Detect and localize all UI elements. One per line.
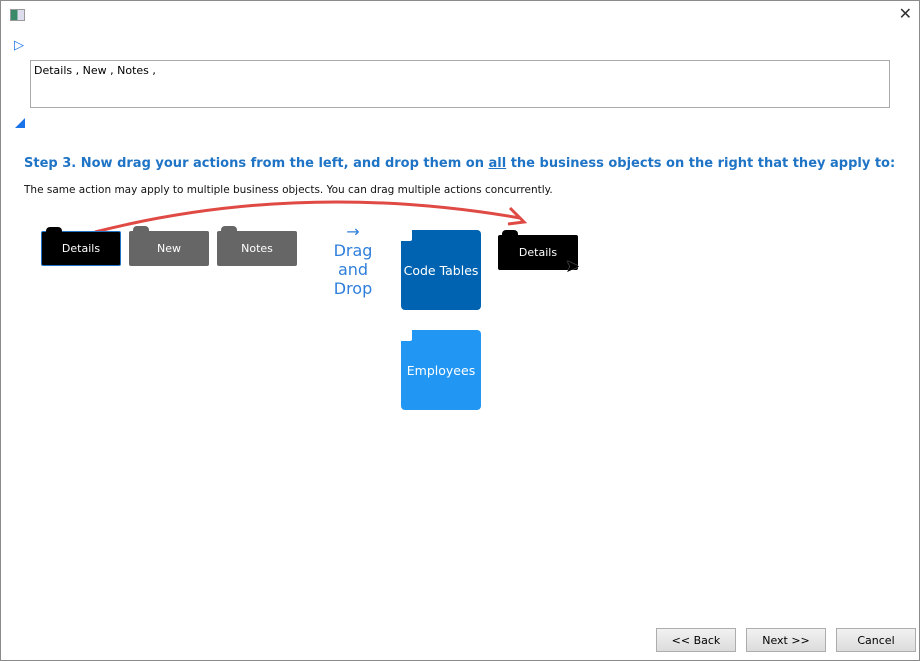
object-label: Code Tables <box>403 262 479 278</box>
drag-and-drop-hint: → Drag and Drop <box>318 222 388 298</box>
action-notes[interactable]: Notes <box>217 226 297 266</box>
right-arrow-icon: → <box>346 222 360 241</box>
business-object-code-tables[interactable]: Code Tables <box>401 230 481 310</box>
dragged-label: Details <box>518 246 558 259</box>
hint-line-1: Drag and <box>333 241 373 279</box>
next-button[interactable]: Next >> <box>746 628 826 652</box>
action-label: Notes <box>241 242 273 255</box>
action-label: Details <box>61 242 101 255</box>
back-button[interactable]: << Back <box>656 628 736 652</box>
action-label: New <box>157 242 181 255</box>
hint-line-2: Drop <box>333 279 373 298</box>
business-object-employees[interactable]: Employees <box>401 330 481 410</box>
action-details[interactable]: Details <box>41 227 121 266</box>
object-label: Employees <box>406 362 476 378</box>
cancel-button[interactable]: Cancel <box>836 628 916 652</box>
action-new[interactable]: New <box>129 226 209 266</box>
mouse-cursor-icon: ➤ <box>565 256 581 277</box>
